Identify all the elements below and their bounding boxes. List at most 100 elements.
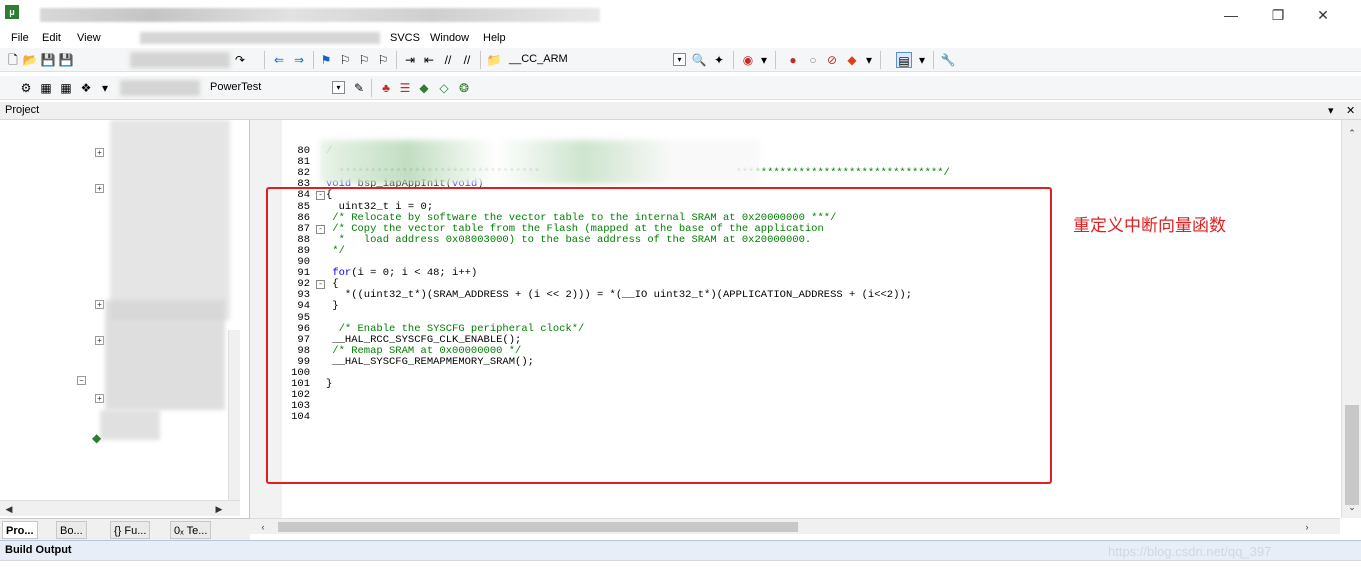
- open-file-icon[interactable]: 📂: [22, 52, 38, 68]
- menu-edit[interactable]: Edit: [42, 32, 61, 44]
- target-select[interactable]: PowerTest: [206, 79, 330, 97]
- tree-expand-icon[interactable]: +: [95, 184, 104, 193]
- toolbar-separator: [775, 51, 776, 69]
- scroll-right-icon[interactable]: ▶: [212, 502, 226, 516]
- tree-expand-icon[interactable]: +: [95, 394, 104, 403]
- translate-icon[interactable]: ⚙: [18, 80, 34, 96]
- hscroll-thumb[interactable]: [278, 522, 798, 532]
- minimize-button[interactable]: —: [1216, 5, 1246, 25]
- select-packs-icon[interactable]: ◇: [436, 80, 452, 96]
- toolbar-separator: [933, 51, 934, 69]
- scroll-up-icon[interactable]: ⌃: [1345, 126, 1359, 140]
- wrench-icon[interactable]: 🔧: [940, 52, 956, 68]
- indent-icon[interactable]: ⇥: [402, 52, 418, 68]
- rebuild-icon[interactable]: ▦: [58, 80, 74, 96]
- toolbar-redacted: [130, 52, 230, 68]
- panel-close-icon[interactable]: ✕: [1346, 104, 1355, 117]
- insert-breakpoint-icon[interactable]: ●: [785, 52, 801, 68]
- menu-svcs[interactable]: SVCS: [390, 32, 420, 44]
- toolbar-separator: [480, 51, 481, 69]
- project-tree: + + + + − + ◆ ◀ ▶: [0, 120, 250, 518]
- save-icon[interactable]: 💾: [40, 52, 56, 68]
- scroll-left-icon[interactable]: ◀: [2, 502, 16, 516]
- pack-installer-icon[interactable]: ◆: [416, 80, 432, 96]
- configure-icon[interactable]: ◆: [844, 52, 860, 68]
- debug-dropdown-icon[interactable]: ▾: [756, 52, 772, 68]
- kill-breakpoints-icon[interactable]: ⊘: [824, 52, 840, 68]
- new-file-icon[interactable]: 🗋: [5, 52, 21, 68]
- target-dropdown-icon[interactable]: ▾: [332, 81, 345, 94]
- file-extensions-icon[interactable]: ☰: [397, 80, 413, 96]
- layout-dropdown-icon[interactable]: ▾: [914, 52, 930, 68]
- toolbar-separator: [396, 51, 397, 69]
- close-button[interactable]: ✕: [1308, 5, 1338, 25]
- watermark: https://blog.csdn.net/qq_397: [1108, 544, 1272, 559]
- tab-functions[interactable]: {} Fu...: [110, 521, 151, 539]
- app-logo-icon: μ: [5, 5, 19, 19]
- build-output-body: [0, 560, 1361, 571]
- menu-view[interactable]: View: [77, 32, 101, 44]
- comment-icon[interactable]: //: [440, 52, 456, 68]
- menu-help[interactable]: Help: [483, 32, 506, 44]
- tab-project[interactable]: Pro...: [2, 521, 38, 539]
- toolbar-separator: [880, 51, 881, 69]
- tree-redacted-region: [100, 410, 160, 440]
- window-layout-icon[interactable]: ▤: [896, 52, 912, 68]
- tree-collapse-icon[interactable]: −: [77, 376, 86, 385]
- build-icon[interactable]: ▦: [38, 80, 54, 96]
- toolbar-separator: [264, 51, 265, 69]
- header-comment-redacted: [320, 140, 760, 184]
- manage-components-icon[interactable]: ♣: [378, 80, 394, 96]
- toolbar-build: ⚙ ▦ ▦ ❖ ▾ PowerTest ▾ ✎ ♣ ☰ ◆ ◇ ❂: [0, 76, 1361, 100]
- tree-expand-icon[interactable]: +: [95, 300, 104, 309]
- uncomment-icon[interactable]: //: [459, 52, 475, 68]
- toolbar-separator: [313, 51, 314, 69]
- find-icon[interactable]: 🔍: [691, 52, 707, 68]
- target-combo[interactable]: __CC_ARM: [505, 51, 685, 69]
- build-output-title: Build Output: [5, 544, 72, 556]
- disable-breakpoint-icon[interactable]: ○: [805, 52, 821, 68]
- tree-hscrollbar[interactable]: ◀ ▶: [0, 500, 240, 516]
- scroll-right-icon[interactable]: ›: [1300, 520, 1314, 534]
- toolbar-separator: [733, 51, 734, 69]
- tab-books[interactable]: Bo...: [56, 521, 87, 539]
- toolbar-redacted: [120, 80, 200, 96]
- prev-bookmark-icon[interactable]: ⚐: [337, 52, 353, 68]
- redo-icon[interactable]: ↷: [232, 52, 248, 68]
- batch-dropdown-icon[interactable]: ▾: [97, 80, 113, 96]
- panel-menu-icon[interactable]: ▾: [1328, 104, 1334, 117]
- scroll-down-icon[interactable]: ⌄: [1345, 500, 1359, 514]
- clear-bookmarks-icon[interactable]: ⚐: [375, 52, 391, 68]
- menu-window[interactable]: Window: [430, 32, 469, 44]
- vscroll-thumb[interactable]: [1345, 405, 1359, 505]
- combo-dropdown-icon[interactable]: ▾: [673, 53, 686, 66]
- run-time-env-icon[interactable]: ❂: [456, 80, 472, 96]
- editor-vscrollbar[interactable]: ⌃ ⌄: [1341, 120, 1361, 518]
- find-in-files-icon[interactable]: 📁: [486, 52, 502, 68]
- project-tabs: Pro... Bo... {} Fu... 0ₓ Te...: [0, 518, 250, 540]
- batch-build-icon[interactable]: ❖: [78, 80, 94, 96]
- save-all-icon[interactable]: 💾: [58, 52, 74, 68]
- tab-templates[interactable]: 0ₓ Te...: [170, 521, 212, 539]
- tree-vscrollbar[interactable]: [228, 330, 240, 500]
- restore-button[interactable]: ❐: [1263, 5, 1293, 25]
- toolbar-file: 🗋 📂 💾 💾 ↷ ⇐ ⇒ ⚑ ⚐ ⚐ ⚐ ⇥ ⇤ // // 📁 __CC_A…: [0, 48, 1361, 72]
- project-panel-title: Project: [5, 104, 40, 116]
- bookmark-icon[interactable]: ⚑: [318, 52, 334, 68]
- forward-icon[interactable]: ⇒: [291, 52, 307, 68]
- panel-header: Project ▾ ✕: [0, 102, 1361, 120]
- menu-file[interactable]: File: [11, 32, 29, 44]
- scroll-left-icon[interactable]: ‹: [256, 520, 270, 534]
- configure-dropdown-icon[interactable]: ▾: [861, 52, 877, 68]
- tree-redacted-region: [105, 300, 225, 410]
- debug-session-icon[interactable]: ◉: [740, 52, 756, 68]
- incremental-find-icon[interactable]: ✦: [711, 52, 727, 68]
- back-icon[interactable]: ⇐: [271, 52, 287, 68]
- editor-hscrollbar[interactable]: ‹ ›: [250, 518, 1340, 534]
- tree-expand-icon[interactable]: +: [95, 336, 104, 345]
- title-bar: μ — ❐ ✕: [0, 0, 1361, 30]
- unindent-icon[interactable]: ⇤: [421, 52, 437, 68]
- next-bookmark-icon[interactable]: ⚐: [356, 52, 372, 68]
- target-options-icon[interactable]: ✎: [351, 80, 367, 96]
- tree-expand-icon[interactable]: +: [95, 148, 104, 157]
